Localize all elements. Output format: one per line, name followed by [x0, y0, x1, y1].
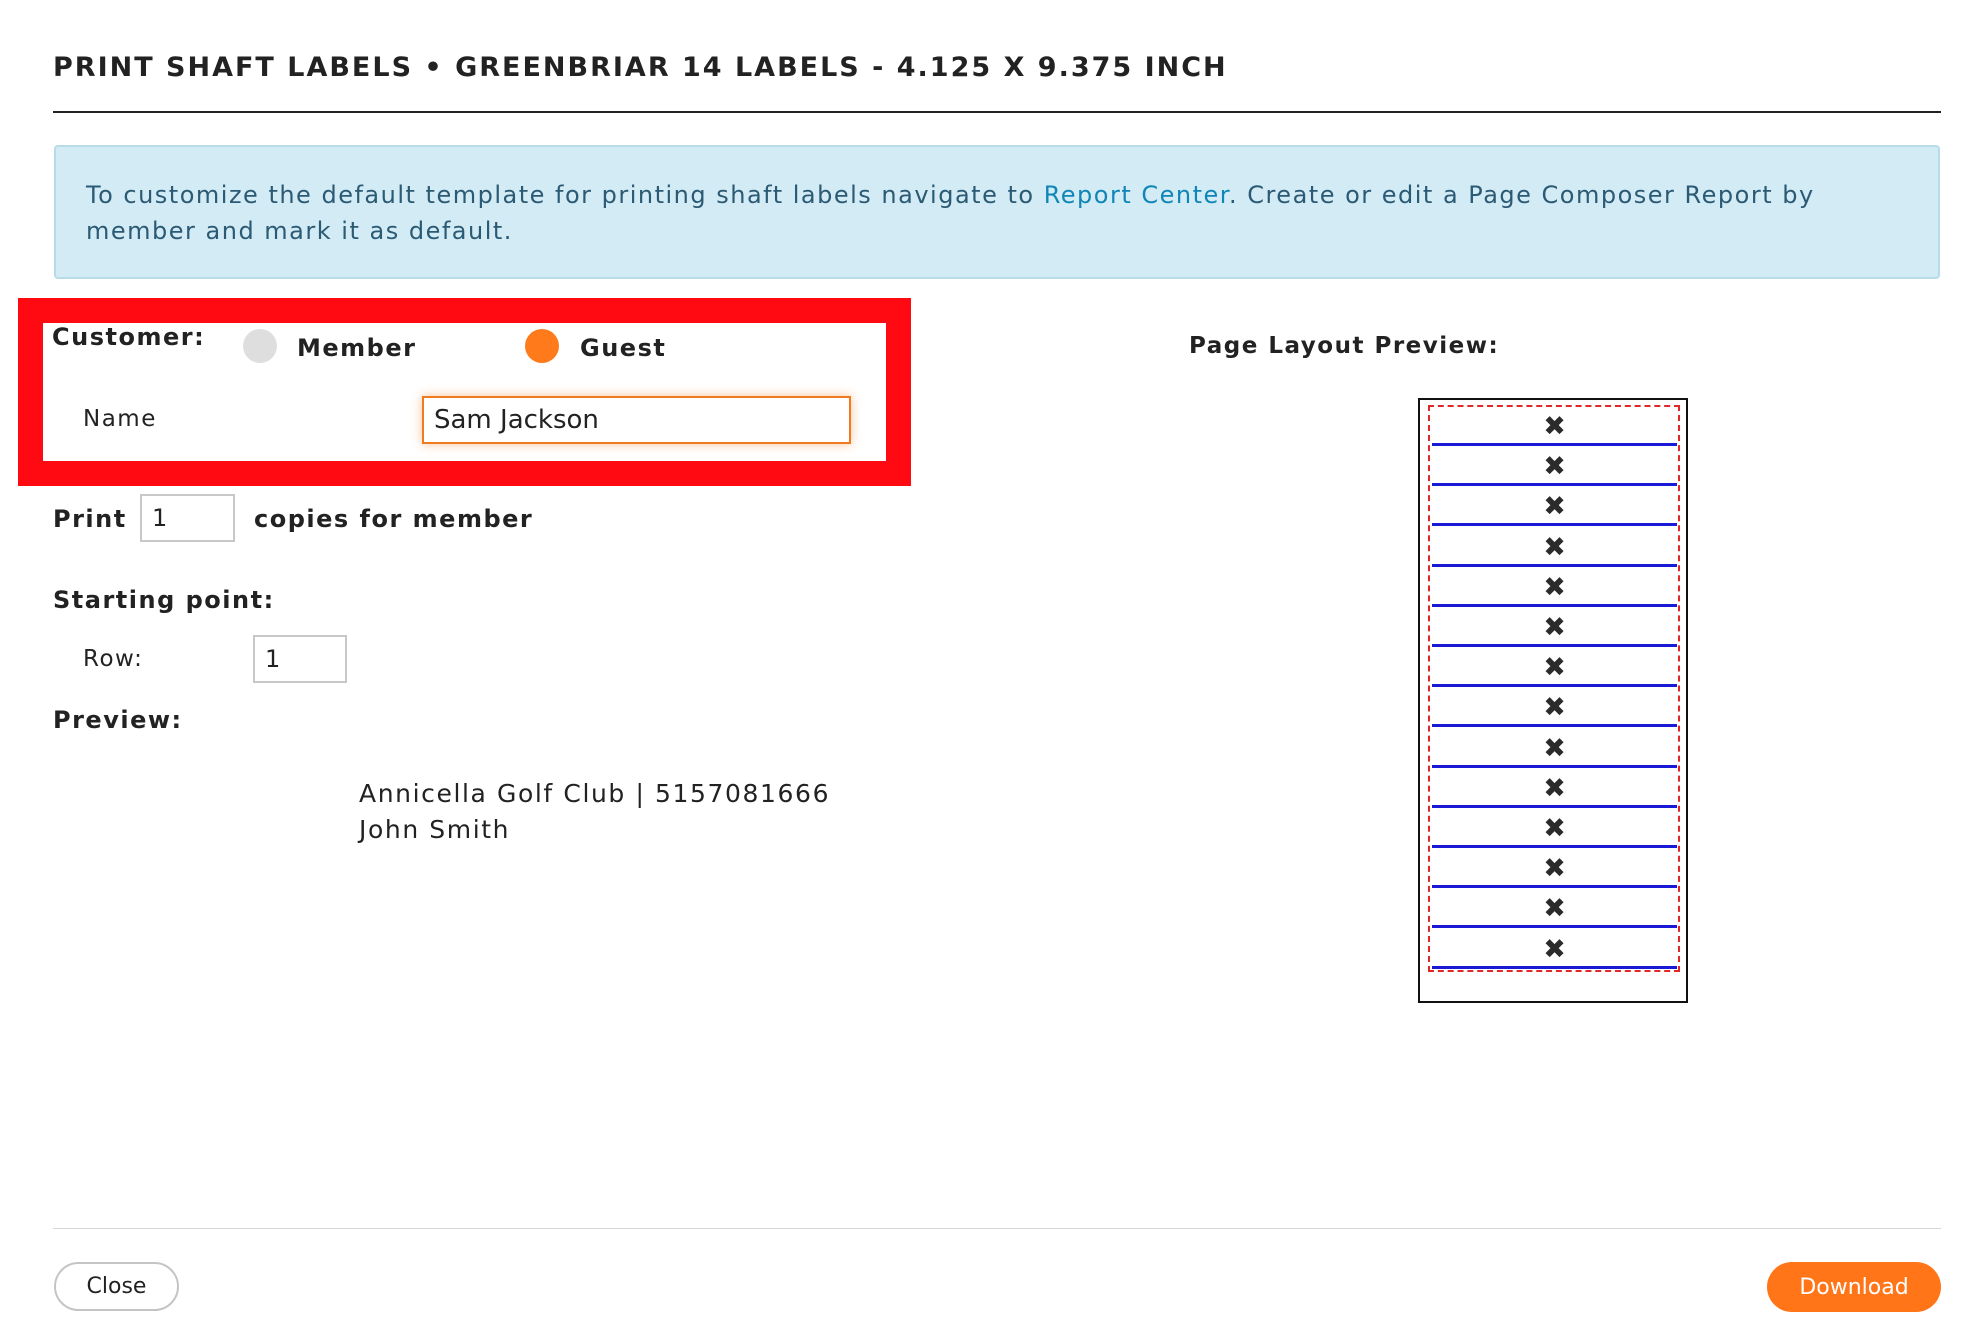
layout-preview-label: Page Layout Preview: [1189, 333, 1500, 359]
preview-line-2: John Smith [359, 815, 511, 844]
row-label: Row: [83, 646, 144, 672]
x-mark-icon: ✖ [1543, 933, 1566, 965]
preview-label: Preview: [53, 706, 183, 734]
customer-label: Customer: [52, 323, 206, 351]
label-slot: ✖ [1432, 892, 1677, 929]
name-label: Name [83, 406, 157, 432]
label-slot: ✖ [1432, 651, 1677, 688]
x-mark-icon: ✖ [1543, 813, 1566, 844]
x-mark-icon: ✖ [1543, 571, 1566, 603]
x-mark-icon: ✖ [1543, 893, 1566, 925]
x-mark-icon: ✖ [1543, 853, 1566, 885]
report-center-link[interactable]: Report Center [1044, 181, 1229, 209]
download-button[interactable]: Download [1767, 1262, 1941, 1312]
label-slot: ✖ [1432, 812, 1677, 848]
label-preview-text: Annicella Golf Club | 5157081666 John Sm… [359, 776, 830, 848]
row-input[interactable] [253, 635, 347, 683]
x-mark-icon: ✖ [1543, 612, 1566, 643]
label-slot: ✖ [1432, 450, 1677, 487]
x-mark-icon: ✖ [1543, 772, 1566, 804]
copies-input[interactable] [140, 494, 235, 542]
title-divider [53, 111, 1941, 113]
guest-radio-label[interactable]: Guest [580, 334, 666, 362]
close-button[interactable]: Close [54, 1262, 179, 1311]
member-radio-label[interactable]: Member [297, 334, 416, 362]
modal-title: PRINT SHAFT LABELS • GREENBRIAR 14 LABEL… [53, 52, 1228, 83]
x-mark-icon: ✖ [1543, 732, 1566, 764]
label-slot: ✖ [1432, 571, 1677, 607]
x-mark-icon: ✖ [1543, 411, 1566, 442]
x-mark-icon: ✖ [1543, 491, 1566, 523]
info-banner: To customize the default template for pr… [54, 145, 1940, 279]
print-label: Print [53, 505, 127, 533]
label-slot: ✖ [1432, 772, 1677, 808]
starting-point-label: Starting point: [53, 586, 275, 614]
label-slot: ✖ [1432, 611, 1677, 647]
footer-divider [53, 1228, 1941, 1229]
label-slot: ✖ [1432, 531, 1677, 567]
x-mark-icon: ✖ [1543, 451, 1566, 483]
x-mark-icon: ✖ [1543, 652, 1566, 684]
label-slot: ✖ [1432, 490, 1677, 527]
name-input[interactable] [422, 396, 851, 444]
x-mark-icon: ✖ [1543, 531, 1566, 563]
copies-suffix-label: copies for member [254, 505, 534, 533]
label-slot: ✖ [1432, 933, 1677, 969]
guest-radio[interactable] [525, 329, 559, 363]
label-slot: ✖ [1432, 852, 1677, 889]
info-text-before: To customize the default template for pr… [86, 181, 1044, 209]
member-radio[interactable] [243, 329, 277, 363]
label-slot: ✖ [1432, 410, 1677, 446]
label-slot: ✖ [1432, 691, 1677, 728]
preview-line-1: Annicella Golf Club | 5157081666 [359, 779, 831, 808]
x-mark-icon: ✖ [1543, 692, 1566, 724]
label-slot: ✖ [1432, 732, 1677, 768]
